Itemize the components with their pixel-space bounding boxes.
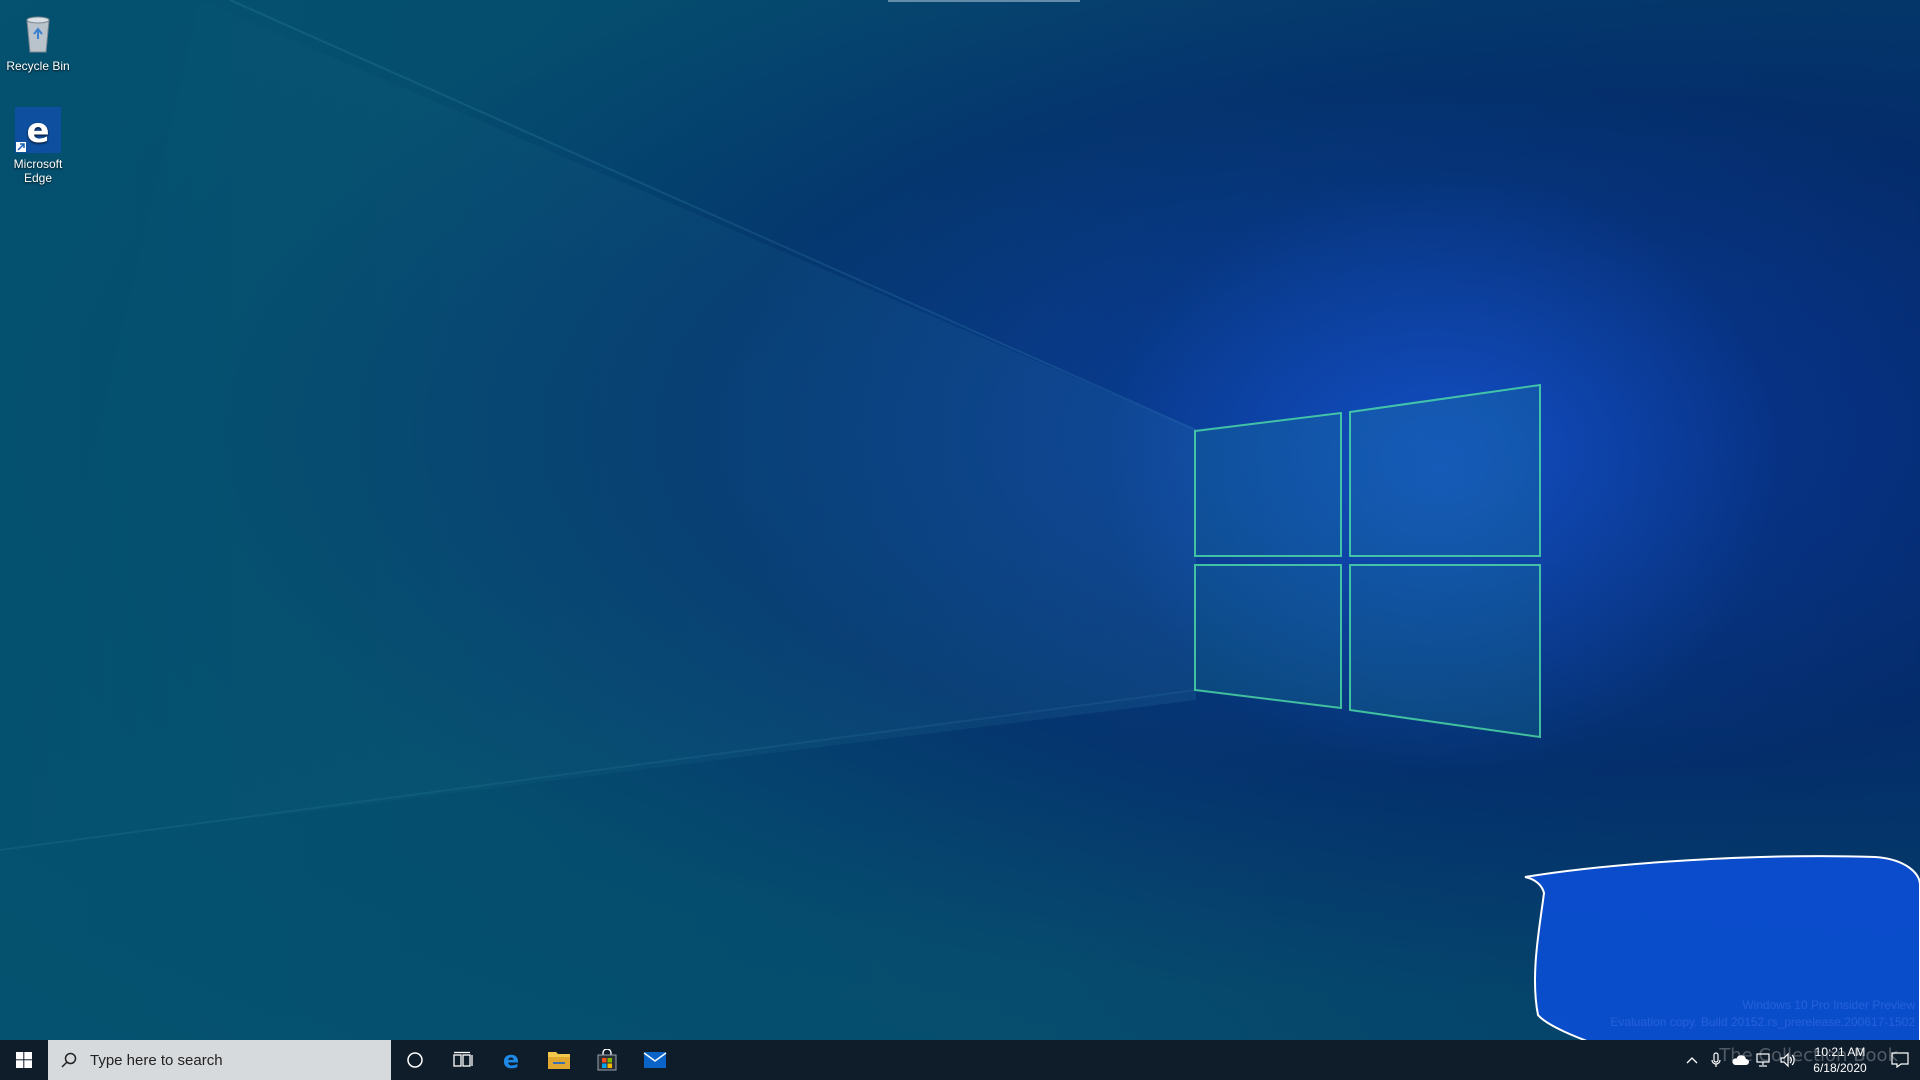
desktop-icon-recycle-bin[interactable]: Recycle Bin [2,8,74,73]
store-icon [597,1049,617,1071]
network-icon [1756,1053,1770,1067]
network-button[interactable] [1752,1040,1776,1080]
file-explorer-icon [548,1052,570,1069]
cortana-icon [407,1052,423,1068]
edge-icon: e [14,106,62,154]
edge-icon: e [503,1048,519,1072]
wallpaper-shading [0,0,1920,1080]
task-view-button[interactable] [439,1040,487,1080]
system-tray: 10:21 AM 6/18/2020 [1680,1040,1920,1080]
build-watermark: Windows 10 Pro Insider Preview Evaluatio… [1610,997,1915,1031]
top-edge-indicator [888,0,1080,2]
clock-button[interactable]: 10:21 AM 6/18/2020 [1800,1044,1880,1076]
volume-icon [1780,1052,1795,1068]
onedrive-button[interactable] [1728,1040,1752,1080]
mail-button[interactable] [631,1040,679,1080]
microphone-button[interactable] [1704,1040,1728,1080]
volume-button[interactable] [1776,1040,1800,1080]
recycle-bin-label: Recycle Bin [6,59,70,73]
windows-start-icon [16,1052,32,1068]
watermark-build: Evaluation copy. Build 20152.rs_prerelea… [1610,1015,1915,1029]
desktop-icon-microsoft-edge[interactable]: e Microsoft Edge [2,106,74,185]
mail-icon [643,1052,667,1068]
file-explorer-button[interactable] [535,1040,583,1080]
search-icon [61,1052,77,1068]
taskbar-edge-button[interactable]: e [487,1040,535,1080]
taskbar: Type here to search e 10:21 AM 6/18/2020 [0,1040,1920,1080]
windows-logo [1194,383,1541,739]
clock-date: 6/18/2020 [1813,1061,1867,1075]
notification-icon [1891,1052,1909,1068]
clock-time: 10:21 AM [1814,1045,1866,1059]
cortana-button[interactable] [391,1040,439,1080]
svg-text:e: e [503,1048,519,1072]
wallpaper-light-beams [0,0,1780,851]
start-button[interactable] [0,1040,48,1080]
search-box[interactable]: Type here to search [48,1040,391,1080]
show-hidden-icons-button[interactable] [1680,1040,1704,1080]
task-view-icon [453,1051,473,1067]
store-button[interactable] [583,1040,631,1080]
microsoft-edge-label: Microsoft Edge [13,157,63,185]
microphone-icon [1711,1052,1721,1067]
onedrive-icon [1732,1055,1749,1065]
watermark-edition: Windows 10 Pro Insider Preview [1742,998,1915,1012]
action-center-button[interactable] [1880,1040,1920,1080]
search-placeholder: Type here to search [90,1051,223,1069]
chevron-up-icon [1686,1057,1698,1064]
recycle-bin-icon [14,8,62,56]
svg-text:e: e [26,111,49,151]
